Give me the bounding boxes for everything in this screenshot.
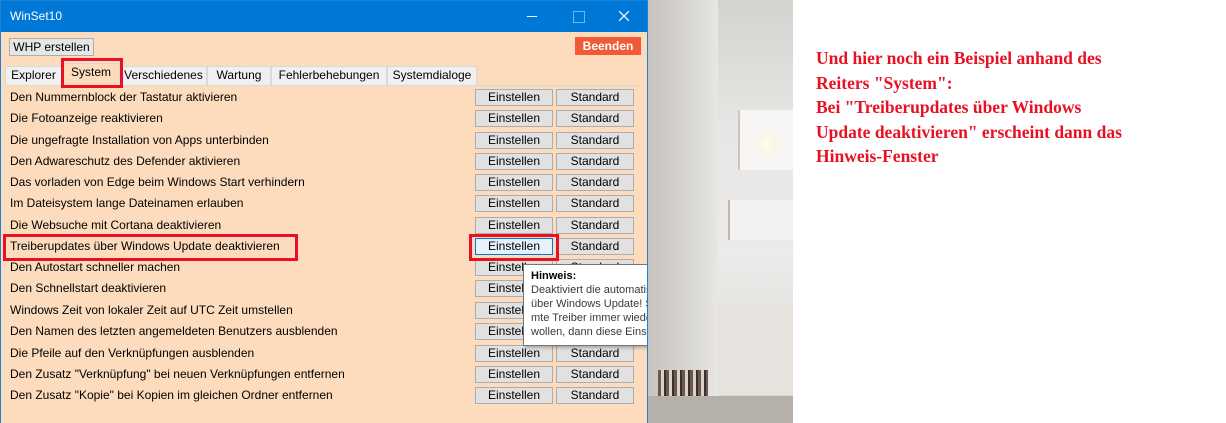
setting-label: Die ungefragte Installation von Apps unt… <box>10 133 269 147</box>
setting-row: Den Zusatz "Verknüpfung" bei neuen Verkn… <box>1 364 647 385</box>
setting-label: Den Schnellstart deaktivieren <box>10 281 167 295</box>
annotation-text: Und hier noch ein Beispiel anhand des Re… <box>816 46 1216 169</box>
set-button[interactable]: Einstellen <box>475 366 553 383</box>
annotation-line: Update deaktivieren" erscheint dann das <box>816 121 1122 142</box>
photo-shelf <box>718 305 793 395</box>
setting-label: Die Websuche mit Cortana deaktivieren <box>10 218 222 232</box>
tooltip-title: Hinweis: <box>531 270 577 282</box>
default-button[interactable]: Standard <box>556 345 634 362</box>
setting-row: Den Adwareschutz des Defender aktivieren… <box>1 151 647 172</box>
setting-label: Im Dateisystem lange Dateinamen erlauben <box>10 196 244 210</box>
set-button[interactable]: Einstellen <box>475 174 553 191</box>
winset10-window: WinSet10 WHP erstellen Beenden Explorer … <box>0 0 648 423</box>
tooltip-line: mte Treiber immer wieder selbstständig e… <box>531 312 647 324</box>
annotation-line: Hinweis-Fenster <box>816 146 939 166</box>
default-button[interactable]: Standard <box>556 195 634 212</box>
setting-label: Den Zusatz "Verknüpfung" bei neuen Verkn… <box>10 367 345 381</box>
default-button[interactable]: Standard <box>556 238 634 255</box>
setting-row: Die Websuche mit Cortana deaktivieren Ei… <box>1 215 647 236</box>
default-button[interactable]: Standard <box>556 387 634 404</box>
set-button[interactable]: Einstellen <box>475 153 553 170</box>
setting-label: Das vorladen von Edge beim Windows Start… <box>10 175 305 189</box>
setting-row: Den Nummernblock der Tastatur aktivieren… <box>1 87 647 108</box>
annotation-line: Und hier noch ein Beispiel anhand des <box>816 48 1102 68</box>
setting-label: Den Namen des letzten angemeldeten Benut… <box>10 324 338 338</box>
tab-systemdialoge[interactable]: Systemdialoge <box>387 66 477 85</box>
desktop-background-photo <box>648 0 793 423</box>
tooltip-line: Deaktiviert die automatischen Treiberuda… <box>531 284 647 296</box>
setting-row: Im Dateisystem lange Dateinamen erlauben… <box>1 193 647 214</box>
set-button[interactable]: Einstellen <box>475 217 553 234</box>
tooltip-line: wollen, dann diese Einstellung zu nutzen… <box>531 326 648 338</box>
set-button[interactable]: Einstellen <box>475 345 553 362</box>
photo-lamp <box>763 140 771 148</box>
setting-label: Die Pfeile auf den Verknüpfungen ausblen… <box>10 346 255 360</box>
default-button[interactable]: Standard <box>556 366 634 383</box>
tab-wartung[interactable]: Wartung <box>207 66 271 85</box>
setting-row: Das vorladen von Edge beim Windows Start… <box>1 172 647 193</box>
photo-wall <box>648 0 718 423</box>
whp-create-button[interactable]: WHP erstellen <box>9 38 94 56</box>
set-button[interactable]: Einstellen <box>475 89 553 106</box>
maximize-icon[interactable] <box>555 1 601 32</box>
setting-label: Den Adwareschutz des Defender aktivieren <box>10 154 241 168</box>
setting-label: Die Fotoanzeige reaktivieren <box>10 111 163 125</box>
tab-fehlerbehebungen[interactable]: Fehlerbehebungen <box>271 66 387 85</box>
setting-label: Den Autostart schneller machen <box>10 260 181 274</box>
tab-verschiedenes[interactable]: Verschiedenes <box>120 66 207 85</box>
set-button[interactable]: Einstellen <box>475 110 553 127</box>
setting-row: Die Fotoanzeige reaktivieren Einstellen … <box>1 108 647 129</box>
photo-niche <box>728 200 793 240</box>
annotation-line: Bei "Treiberupdates über Windows <box>816 97 1082 117</box>
setting-label: Treiberupdates über Windows Update deakt… <box>10 239 280 253</box>
close-icon[interactable] <box>601 1 647 32</box>
default-button[interactable]: Standard <box>556 110 634 127</box>
default-button[interactable]: Standard <box>556 217 634 234</box>
quit-button[interactable]: Beenden <box>575 37 641 55</box>
setting-row: Den Zusatz "Kopie" bei Kopien im gleiche… <box>1 385 647 406</box>
default-button[interactable]: Standard <box>556 132 634 149</box>
setting-label: Den Zusatz "Kopie" bei Kopien im gleiche… <box>10 388 333 402</box>
set-button[interactable]: Einstellen <box>475 132 553 149</box>
window-title: WinSet10 <box>10 9 63 23</box>
setting-row: Die Pfeile auf den Verknüpfungen ausblen… <box>1 343 647 364</box>
default-button[interactable]: Standard <box>556 174 634 191</box>
tab-system[interactable]: System <box>62 63 120 86</box>
title-bar[interactable]: WinSet10 <box>1 1 647 32</box>
default-button[interactable]: Standard <box>556 153 634 170</box>
set-button[interactable]: Einstellen <box>475 387 553 404</box>
minimize-icon[interactable] <box>509 1 555 32</box>
photo-floor <box>648 396 793 423</box>
set-button-driver-updates[interactable]: Einstellen <box>475 238 553 255</box>
setting-row-driver-updates: Treiberupdates über Windows Update deakt… <box>1 236 647 257</box>
setting-row: Die ungefragte Installation von Apps unt… <box>1 130 647 151</box>
tooltip-line: über Windows Update! Sollte Windows best… <box>531 298 647 310</box>
setting-label: Den Nummernblock der Tastatur aktivieren <box>10 90 238 104</box>
default-button[interactable]: Standard <box>556 89 634 106</box>
photo-books <box>658 370 708 396</box>
hint-tooltip: Hinweis: Deaktiviert die automatischen T… <box>523 264 648 346</box>
tab-explorer[interactable]: Explorer <box>5 66 62 85</box>
set-button[interactable]: Einstellen <box>475 195 553 212</box>
annotation-line: Reiters "System": <box>816 72 953 93</box>
setting-label: Windows Zeit von lokaler Zeit auf UTC Ze… <box>10 303 293 317</box>
